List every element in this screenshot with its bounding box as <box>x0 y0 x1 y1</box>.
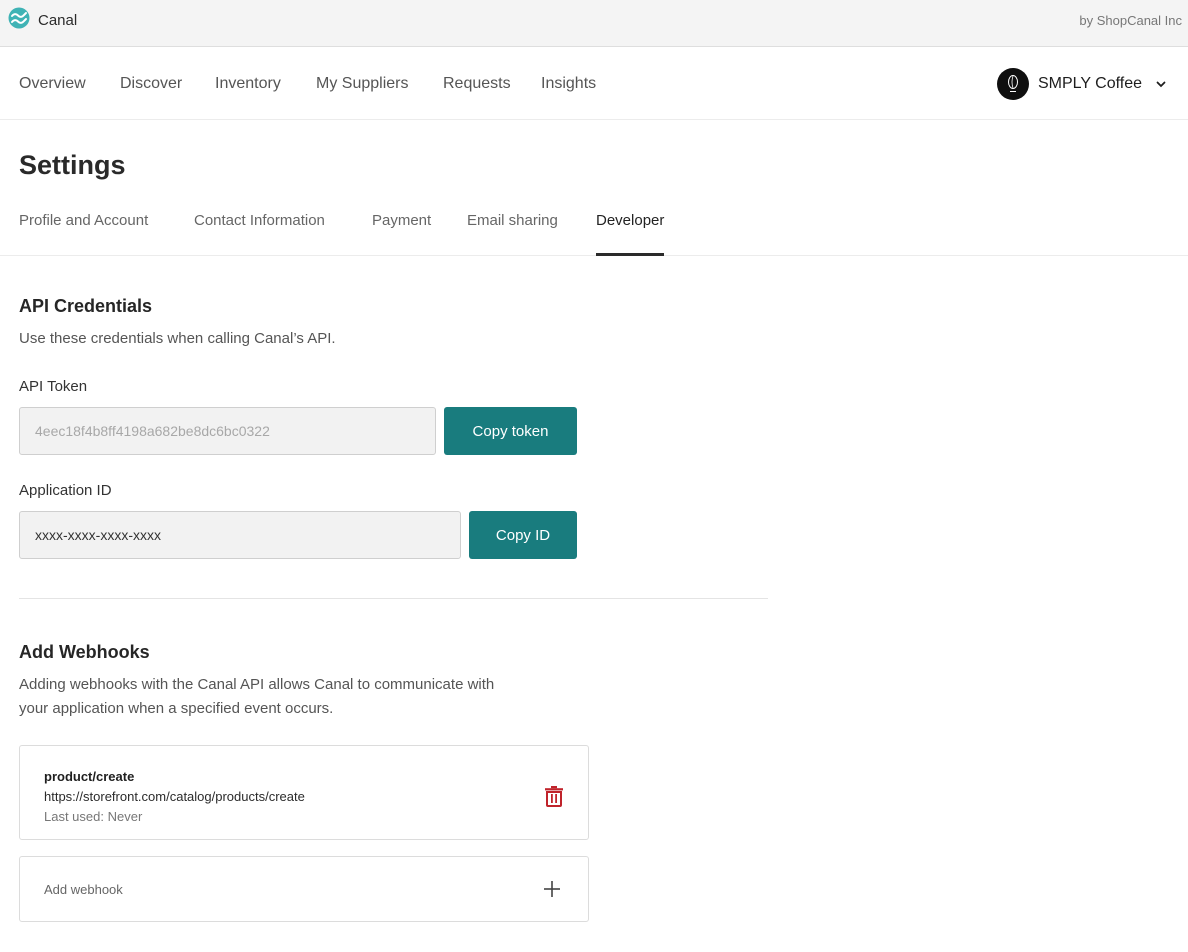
brand[interactable]: Canal <box>8 7 78 34</box>
add-webhook-label: Add webhook <box>44 882 123 897</box>
canal-logo-icon <box>8 7 30 34</box>
api-token-field[interactable]: 4eec18f4b8ff4198a682be8dc6bc0322 <box>19 407 436 455</box>
application-id-label: Application ID <box>19 482 112 499</box>
store-name: SMPLY Coffee <box>1037 75 1142 92</box>
store-switcher[interactable]: SMPLY Coffee <box>996 68 1166 100</box>
settings-tabs: Profile and Account Contact Information … <box>0 200 1188 256</box>
webhook-last-used: Last used: Never <box>44 809 143 824</box>
api-credentials-title: API Credentials <box>19 296 153 316</box>
trash-icon[interactable] <box>544 785 564 812</box>
webhook-item: product/create https://storefront.com/ca… <box>19 745 589 840</box>
main-nav: Overview Discover Inventory My Suppliers… <box>0 47 1188 120</box>
webhooks-description-line2: your application when a specified event … <box>19 700 334 717</box>
nav-requests[interactable]: Requests <box>443 75 511 93</box>
tab-contact-information[interactable]: Contact Information <box>194 212 325 256</box>
nav-discover[interactable]: Discover <box>120 75 182 93</box>
brand-name: Canal <box>38 11 78 29</box>
page-title: Settings <box>19 150 126 180</box>
api-token-label: API Token <box>19 378 88 395</box>
plus-icon <box>544 881 560 902</box>
section-divider <box>19 598 768 599</box>
tab-profile-and-account[interactable]: Profile and Account <box>19 212 148 256</box>
webhooks-description-line1: Adding webhooks with the Canal API allow… <box>19 676 495 693</box>
webhooks-title: Add Webhooks <box>19 642 150 662</box>
tab-email-sharing[interactable]: Email sharing <box>467 212 558 256</box>
nav-insights[interactable]: Insights <box>541 75 596 93</box>
application-id-field[interactable]: xxxx-xxxx-xxxx-xxxx <box>19 511 461 559</box>
webhook-event: product/create <box>44 769 135 784</box>
nav-my-suppliers[interactable]: My Suppliers <box>316 75 408 93</box>
company-byline: by ShopCanal Inc <box>1079 13 1182 28</box>
copy-token-button[interactable]: Copy token <box>444 407 577 455</box>
api-credentials-description: Use these credentials when calling Canal… <box>19 330 336 347</box>
chevron-down-icon <box>1156 75 1166 93</box>
tab-payment[interactable]: Payment <box>372 212 431 256</box>
nav-inventory[interactable]: Inventory <box>215 75 281 93</box>
tab-developer[interactable]: Developer <box>596 212 665 256</box>
coffee-bean-icon <box>1007 75 1018 92</box>
copy-id-button[interactable]: Copy ID <box>469 511 577 559</box>
top-bar: Canal by ShopCanal Inc <box>0 0 1188 47</box>
webhook-url: https://storefront.com/catalog/products/… <box>44 789 305 804</box>
store-avatar <box>996 68 1029 100</box>
add-webhook-button[interactable]: Add webhook <box>19 856 589 922</box>
nav-overview[interactable]: Overview <box>19 75 86 93</box>
